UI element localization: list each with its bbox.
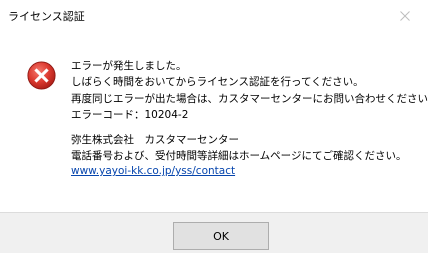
company-name: 弥生株式会社 カスタマーセンター [71, 134, 239, 146]
close-button[interactable] [382, 0, 428, 31]
contact-info: 弥生株式会社 カスタマーセンター 電話番号および、受付時間等詳細はホームページに… [71, 133, 421, 180]
title-bar: ライセンス認証 [0, 0, 428, 32]
error-message: エラーが発生しました。 しばらく時間をおいてからライセンス認証を行ってください。… [71, 58, 428, 124]
license-auth-dialog: ライセンス認証 エラーが発生しました。 しばらく時間をおいてからライセンス認証を… [0, 0, 428, 253]
close-icon [400, 10, 410, 21]
ok-button[interactable]: OK [173, 222, 269, 250]
message-line: しばらく時間をおいてからライセンス認証を行ってください。 [71, 76, 364, 89]
error-code: エラーコード：10204-2 [71, 109, 189, 122]
contact-link[interactable]: www.yayoi-kk.co.jp/yss/contact [71, 164, 421, 180]
error-icon [27, 61, 56, 90]
contact-note: 電話番号および、受付時間等詳細はホームページにてご確認ください。 [71, 149, 407, 162]
message-line: エラーが発生しました。 [71, 60, 187, 72]
message-line: 再度同じエラーが出た場合は、カスタマーセンターにお問い合わせください。 [71, 92, 428, 105]
window-title: ライセンス認証 [8, 10, 85, 23]
